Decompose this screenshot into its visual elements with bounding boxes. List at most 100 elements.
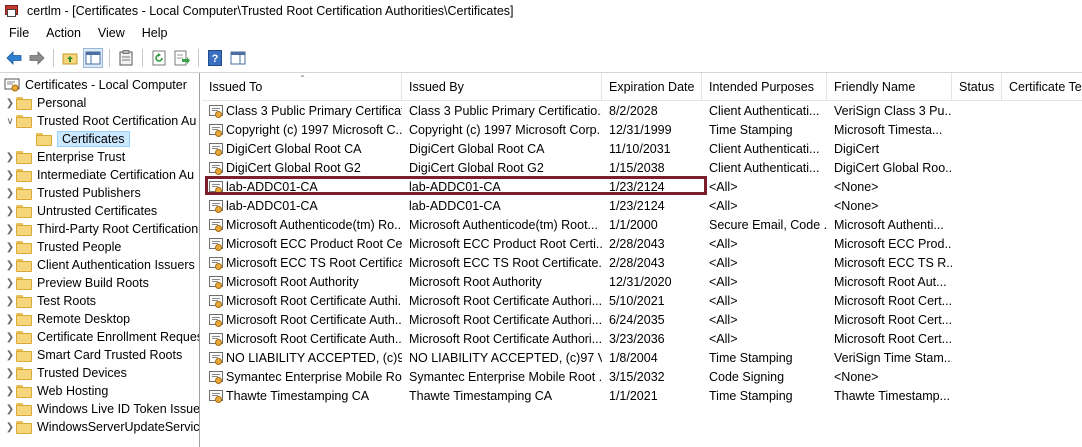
back-button[interactable] (4, 48, 24, 68)
cell-issued-to-text: NO LIABILITY ACCEPTED, (c)97 ... (226, 350, 402, 365)
tree-item-client-auth-issuers[interactable]: ❯ Client Authentication Issuers (4, 256, 195, 274)
cell-purposes-text: Secure Email, Code ... (709, 217, 827, 232)
tree-item-label: Remote Desktop (37, 312, 131, 326)
tree-item-remote-desktop[interactable]: ❯ Remote Desktop (4, 310, 130, 328)
tree-item-trusted-people[interactable]: ❯ Trusted People (4, 238, 122, 256)
chevron-right-icon[interactable]: ❯ (4, 148, 16, 166)
cell-issued-by: lab-ADDC01-CA (402, 177, 602, 196)
tree-item-third-party-root[interactable]: ❯ Third-Party Root Certification (4, 220, 198, 238)
tree-item-trusted-publishers[interactable]: ❯ Trusted Publishers (4, 184, 141, 202)
certificate-icon (209, 389, 223, 403)
table-row[interactable]: Class 3 Public Primary Certificat... Clas… (202, 101, 1082, 120)
menu-file[interactable]: File (0, 26, 37, 40)
tree-item-enterprise-trust[interactable]: ❯ Enterprise Trust (4, 148, 125, 166)
show-hide-action-pane-button[interactable] (228, 48, 248, 68)
table-row[interactable]: Symantec Enterprise Mobile Ro... Symantec… (202, 367, 1082, 386)
table-row[interactable]: lab-ADDC01-CA lab-ADDC01-CA 1/23/2124 <All>… (202, 177, 1082, 196)
menu-action[interactable]: Action (37, 26, 89, 40)
show-hide-console-tree-button[interactable] (83, 47, 103, 68)
certificate-list[interactable]: Issued To ⌃ Issued By Expiration Date In… (202, 73, 1082, 447)
cell-purposes: Code Signing (702, 367, 827, 386)
column-header-purposes[interactable]: Intended Purposes (702, 73, 827, 101)
tree-item-intermediate[interactable]: ❯ Intermediate Certification Au (4, 166, 194, 184)
tree-item-trusted-devices[interactable]: ❯ Trusted Devices (4, 364, 127, 382)
menu-view[interactable]: View (89, 26, 133, 40)
cell-friendly-name-text: VeriSign Time Stam... (834, 350, 952, 365)
chevron-right-icon[interactable]: ❯ (4, 364, 16, 382)
sort-ascending-icon: ⌃ (299, 74, 306, 83)
cell-issued-by-text: Microsoft Root Certificate Authori... (409, 312, 602, 327)
table-row[interactable]: Microsoft Root Certificate Auth... Micros… (202, 310, 1082, 329)
table-row[interactable]: Microsoft Root Certificate Authi... Micro… (202, 291, 1082, 310)
table-row[interactable]: Microsoft Root Certificate Auth... Micros… (202, 329, 1082, 348)
forward-arrow-icon (29, 50, 45, 65)
chevron-right-icon[interactable]: ❯ (4, 166, 16, 184)
column-header-expiration[interactable]: Expiration Date (602, 73, 702, 101)
table-row[interactable]: Microsoft ECC Product Root Ce... Microsof… (202, 234, 1082, 253)
console-tree[interactable]: Certificates - Local Computer ❯ Personal… (0, 73, 200, 447)
tree-item-trusted-root[interactable]: ∨ Trusted Root Certification Au (4, 112, 196, 130)
certificate-icon (209, 237, 223, 251)
up-one-level-button[interactable] (60, 48, 80, 68)
chevron-right-icon[interactable]: ❯ (4, 202, 16, 220)
table-row[interactable]: lab-ADDC01-CA lab-ADDC01-CA 1/23/2124 <All>… (202, 196, 1082, 215)
tree-item-preview-build-roots[interactable]: ❯ Preview Build Roots (4, 274, 149, 292)
tree-item-wsus[interactable]: ❯ WindowsServerUpdateService (4, 418, 199, 436)
column-header-label: Expiration Date (609, 80, 695, 94)
help-button[interactable]: ? (205, 48, 225, 68)
chevron-right-icon[interactable]: ❯ (4, 274, 16, 292)
chevron-right-icon[interactable]: ❯ (4, 292, 16, 310)
cell-expiration-text: 12/31/2020 (609, 274, 672, 289)
table-row[interactable]: Thawte Timestamping CA Thawte Timestampin… (202, 386, 1082, 405)
chevron-right-icon[interactable]: ❯ (4, 400, 16, 418)
cell-issued-by-text: Microsoft ECC Product Root Certi... (409, 236, 602, 251)
cell-expiration: 1/23/2124 (602, 177, 702, 196)
table-row[interactable]: Microsoft Authenticode(tm) Ro... Microsof… (202, 215, 1082, 234)
column-header-issued-by[interactable]: Issued By (402, 73, 602, 101)
chevron-right-icon[interactable]: ❯ (4, 256, 16, 274)
tree-item-untrusted[interactable]: ❯ Untrusted Certificates (4, 202, 157, 220)
cell-purposes: Client Authenticati... (702, 101, 827, 120)
properties-button[interactable] (116, 48, 136, 68)
tree-item-smart-card-roots[interactable]: ❯ Smart Card Trusted Roots (4, 346, 182, 364)
cell-friendly-name-text: Microsoft ECC Prod... (834, 236, 952, 251)
tree-item-enrollment-requests[interactable]: ❯ Certificate Enrollment Reques (4, 328, 199, 346)
table-row[interactable]: Copyright (c) 1997 Microsoft C... Copyrig… (202, 120, 1082, 139)
chevron-right-icon[interactable]: ❯ (4, 94, 16, 112)
menu-help[interactable]: Help (133, 26, 176, 40)
tree-item-live-id-issuer[interactable]: ❯ Windows Live ID Token Issuer (4, 400, 199, 418)
chevron-right-icon[interactable]: ❯ (4, 328, 16, 346)
certificate-icon (209, 218, 223, 232)
chevron-right-icon[interactable]: ❯ (4, 310, 16, 328)
column-header-template[interactable]: Certificate Te... (1002, 73, 1082, 101)
column-header-friendly-name[interactable]: Friendly Name (827, 73, 952, 101)
tree-root[interactable]: Certificates - Local Computer (4, 76, 187, 94)
tree-item-test-roots[interactable]: ❯ Test Roots (4, 292, 96, 310)
chevron-right-icon[interactable]: ❯ (4, 418, 16, 436)
chevron-right-icon[interactable]: ❯ (4, 346, 16, 364)
chevron-right-icon[interactable]: ❯ (4, 184, 16, 202)
chevron-right-icon[interactable]: ❯ (4, 238, 16, 256)
tree-item-label: Client Authentication Issuers (37, 258, 195, 272)
table-row[interactable]: Microsoft ECC TS Root Certifica... Micros… (202, 253, 1082, 272)
tree-item-web-hosting[interactable]: ❯ Web Hosting (4, 382, 109, 400)
column-header-status[interactable]: Status (952, 73, 1002, 101)
chevron-down-icon[interactable]: ∨ (4, 112, 16, 130)
window-title: certlm - [Certificates - Local Computer\… (27, 4, 514, 18)
chevron-right-icon[interactable]: ❯ (4, 220, 16, 238)
folder-icon (16, 420, 32, 434)
table-row[interactable]: DigiCert Global Root G2 DigiCert Global R… (202, 158, 1082, 177)
cell-issued-to-text: Microsoft Root Certificate Authi... (226, 293, 402, 308)
tree-item-personal[interactable]: ❯ Personal (4, 94, 87, 112)
forward-button[interactable] (27, 48, 47, 68)
refresh-button[interactable] (149, 48, 169, 68)
table-row[interactable]: DigiCert Global Root CA DigiCert Global R… (202, 139, 1082, 158)
export-list-button[interactable] (172, 48, 192, 68)
column-header-issued-to[interactable]: Issued To ⌃ (202, 73, 402, 101)
chevron-right-icon[interactable]: ❯ (4, 382, 16, 400)
table-row[interactable]: Microsoft Root Authority Microsoft Root A… (202, 272, 1082, 291)
table-row[interactable]: NO LIABILITY ACCEPTED, (c)97 ... NO LIABI… (202, 348, 1082, 367)
cell-issued-by-text: Copyright (c) 1997 Microsoft Corp. (409, 122, 601, 137)
certificate-icon (209, 161, 223, 175)
tree-item-certificates[interactable]: Certificates (24, 130, 130, 148)
